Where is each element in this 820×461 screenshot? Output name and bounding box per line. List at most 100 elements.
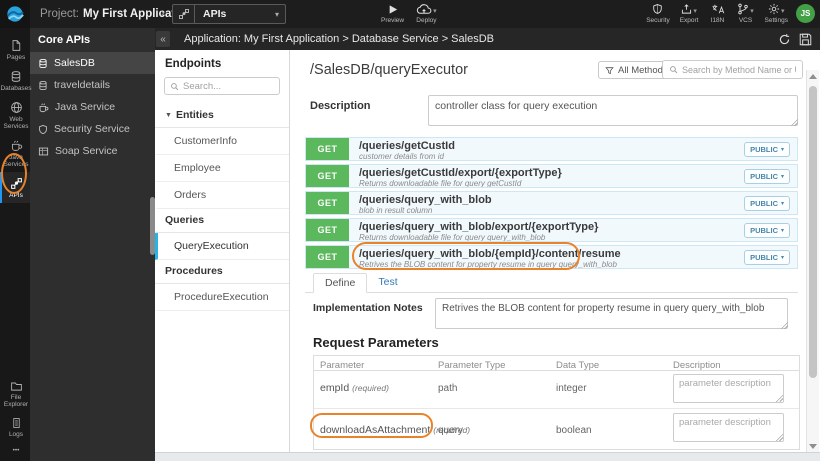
scrollbar-thumb[interactable] xyxy=(809,86,817,378)
method-search[interactable] xyxy=(662,60,803,79)
visibility-dropdown[interactable]: PUBLIC ▾ xyxy=(744,249,790,265)
topbar-right-actions: Security ▾ Export I18N ▾ VCS ▾ Settings xyxy=(646,3,788,24)
param-type: path xyxy=(438,383,458,394)
cloud-upload-icon xyxy=(416,3,432,15)
endpoint-description: Retrives the BLOB content for property r… xyxy=(359,260,617,268)
preview-button[interactable]: Preview xyxy=(381,3,404,24)
endpoint-row-selected[interactable]: GET /queries/query_with_blob/{empId}/con… xyxy=(305,245,798,269)
endpoint-description: blob in result column xyxy=(359,206,433,214)
export-button[interactable]: ▾ Export xyxy=(680,3,699,24)
deploy-label: Deploy xyxy=(416,17,437,24)
core-api-item-traveldetails[interactable]: traveldetails xyxy=(30,74,155,96)
endpoints-search-input[interactable] xyxy=(183,80,274,92)
endpoint-row[interactable]: GET /queries/getCustId/export/{exportTyp… xyxy=(305,164,798,188)
tab-test[interactable]: Test xyxy=(367,272,408,292)
table-divider xyxy=(314,370,799,371)
endpoints-search[interactable] xyxy=(164,77,280,95)
scroll-up-arrow[interactable] xyxy=(809,74,817,79)
rail-item-web-services[interactable]: Web Services xyxy=(0,96,30,134)
rail-item-file-explorer[interactable]: File Explorer xyxy=(0,375,30,412)
endpoint-item-orders[interactable]: Orders xyxy=(155,182,289,209)
endpoints-group-procedures[interactable]: Procedures xyxy=(155,260,289,284)
endpoint-item-procedureexecution[interactable]: ProcedureExecution xyxy=(155,284,289,311)
save-icon[interactable] xyxy=(799,33,812,46)
translate-icon xyxy=(711,3,725,15)
chevron-down-icon: ▾ xyxy=(750,8,754,15)
vertical-scrollbar[interactable] xyxy=(806,70,819,453)
method-search-input[interactable] xyxy=(682,64,796,75)
visibility-dropdown[interactable]: PUBLIC ▾ xyxy=(744,195,790,211)
rail-item-logs[interactable]: Logs xyxy=(0,412,30,442)
rail-item-java-services[interactable]: Java Services xyxy=(0,134,30,172)
core-api-item-security-service[interactable]: Security Service xyxy=(30,118,155,140)
i18n-button[interactable]: I18N xyxy=(709,3,727,24)
endpoint-description: Returns downloadable file for query getC… xyxy=(359,179,522,187)
app-header: « Application: My First Application > Da… xyxy=(155,28,820,50)
collapse-panel-button[interactable]: « xyxy=(156,31,170,47)
tab-define[interactable]: Define xyxy=(313,273,368,293)
rail-item-pages[interactable]: Pages xyxy=(0,34,30,65)
artifact-selector-dropdown[interactable]: APIs ▾ xyxy=(172,4,286,24)
vcs-button[interactable]: ▾ VCS xyxy=(737,3,755,24)
table-divider xyxy=(314,408,799,409)
core-api-item-salesdb[interactable]: SalesDB xyxy=(30,52,155,74)
group-header-label: Entities xyxy=(175,109,214,121)
visibility-dropdown[interactable]: PUBLIC ▾ xyxy=(744,168,790,184)
endpoint-item-customerinfo[interactable]: CustomerInfo xyxy=(155,128,289,155)
search-icon xyxy=(170,82,179,91)
param-description-textarea[interactable] xyxy=(673,374,784,403)
rail-item-apis[interactable]: APIs xyxy=(0,172,30,203)
detail-tabs: Define Test xyxy=(305,273,798,293)
globe-icon xyxy=(10,101,23,114)
endpoints-group-entities[interactable]: ▼ Entities xyxy=(155,104,289,128)
endpoint-url: /queries/query_with_blob/{empId}/content… xyxy=(359,248,621,260)
user-avatar[interactable]: JS xyxy=(796,4,815,23)
refresh-icon[interactable] xyxy=(778,33,791,46)
endpoint-url: /queries/query_with_blob/export/{exportT… xyxy=(359,221,599,233)
param-type: query xyxy=(438,425,464,436)
page-icon xyxy=(10,39,22,52)
endpoint-row[interactable]: GET /queries/getCustId customer details … xyxy=(305,137,798,161)
wavemaker-logo[interactable] xyxy=(0,0,30,28)
method-badge: GET xyxy=(306,192,349,214)
scroll-down-arrow[interactable] xyxy=(809,444,817,449)
security-label: Security xyxy=(646,17,670,24)
rail-label: Logs xyxy=(8,431,24,438)
implementation-notes-textarea[interactable]: Retrives the BLOB content for property r… xyxy=(435,298,788,329)
chevron-down-icon: ▾ xyxy=(433,8,437,15)
database-icon xyxy=(38,80,48,91)
endpoint-url: /queries/query_with_blob xyxy=(359,194,492,206)
description-textarea[interactable]: controller class for query execution xyxy=(428,95,798,126)
chevron-down-icon: ▾ xyxy=(274,9,279,19)
core-apis-title: Core APIs xyxy=(38,34,91,46)
visibility-dropdown[interactable]: PUBLIC ▾ xyxy=(744,222,790,238)
rail-label: Pages xyxy=(6,54,26,61)
visibility-dropdown[interactable]: PUBLIC ▾ xyxy=(744,141,790,157)
rail-item-more[interactable]: ••• xyxy=(0,442,30,458)
endpoint-item-employee[interactable]: Employee xyxy=(155,155,289,182)
caret-down-icon: ▾ xyxy=(780,146,784,153)
param-data-type: boolean xyxy=(556,425,592,436)
api-node-icon xyxy=(10,177,23,190)
rail-item-databases[interactable]: Databases xyxy=(0,65,32,96)
left-nav-rail: Pages Databases Web Services Java Servic… xyxy=(0,28,32,461)
endpoints-group-queries[interactable]: Queries xyxy=(155,209,289,233)
param-data-type: integer xyxy=(556,383,587,394)
rail-label: APIs xyxy=(9,192,23,199)
core-apis-scrollbar-thumb[interactable] xyxy=(150,197,155,255)
endpoint-row[interactable]: GET /queries/query_with_blob/export/{exp… xyxy=(305,218,798,242)
group-header-label: Procedures xyxy=(165,265,223,277)
endpoint-item-queryexecution[interactable]: QueryExecution xyxy=(155,233,289,260)
param-description-textarea[interactable] xyxy=(673,413,784,442)
method-badge: GET xyxy=(306,219,349,241)
visibility-label: PUBLIC xyxy=(750,198,778,208)
coffee-icon xyxy=(10,139,23,152)
security-button[interactable]: Security xyxy=(646,3,670,24)
deploy-button[interactable]: ▾ Deploy xyxy=(416,3,437,24)
core-api-item-soap-service[interactable]: Soap Service xyxy=(30,140,155,162)
core-api-item-java-service[interactable]: Java Service xyxy=(30,96,155,118)
endpoint-row[interactable]: GET /queries/query_with_blob blob in res… xyxy=(305,191,798,215)
settings-button[interactable]: ▾ Settings xyxy=(765,3,788,24)
method-badge: GET xyxy=(306,138,349,160)
soap-icon xyxy=(38,146,49,157)
